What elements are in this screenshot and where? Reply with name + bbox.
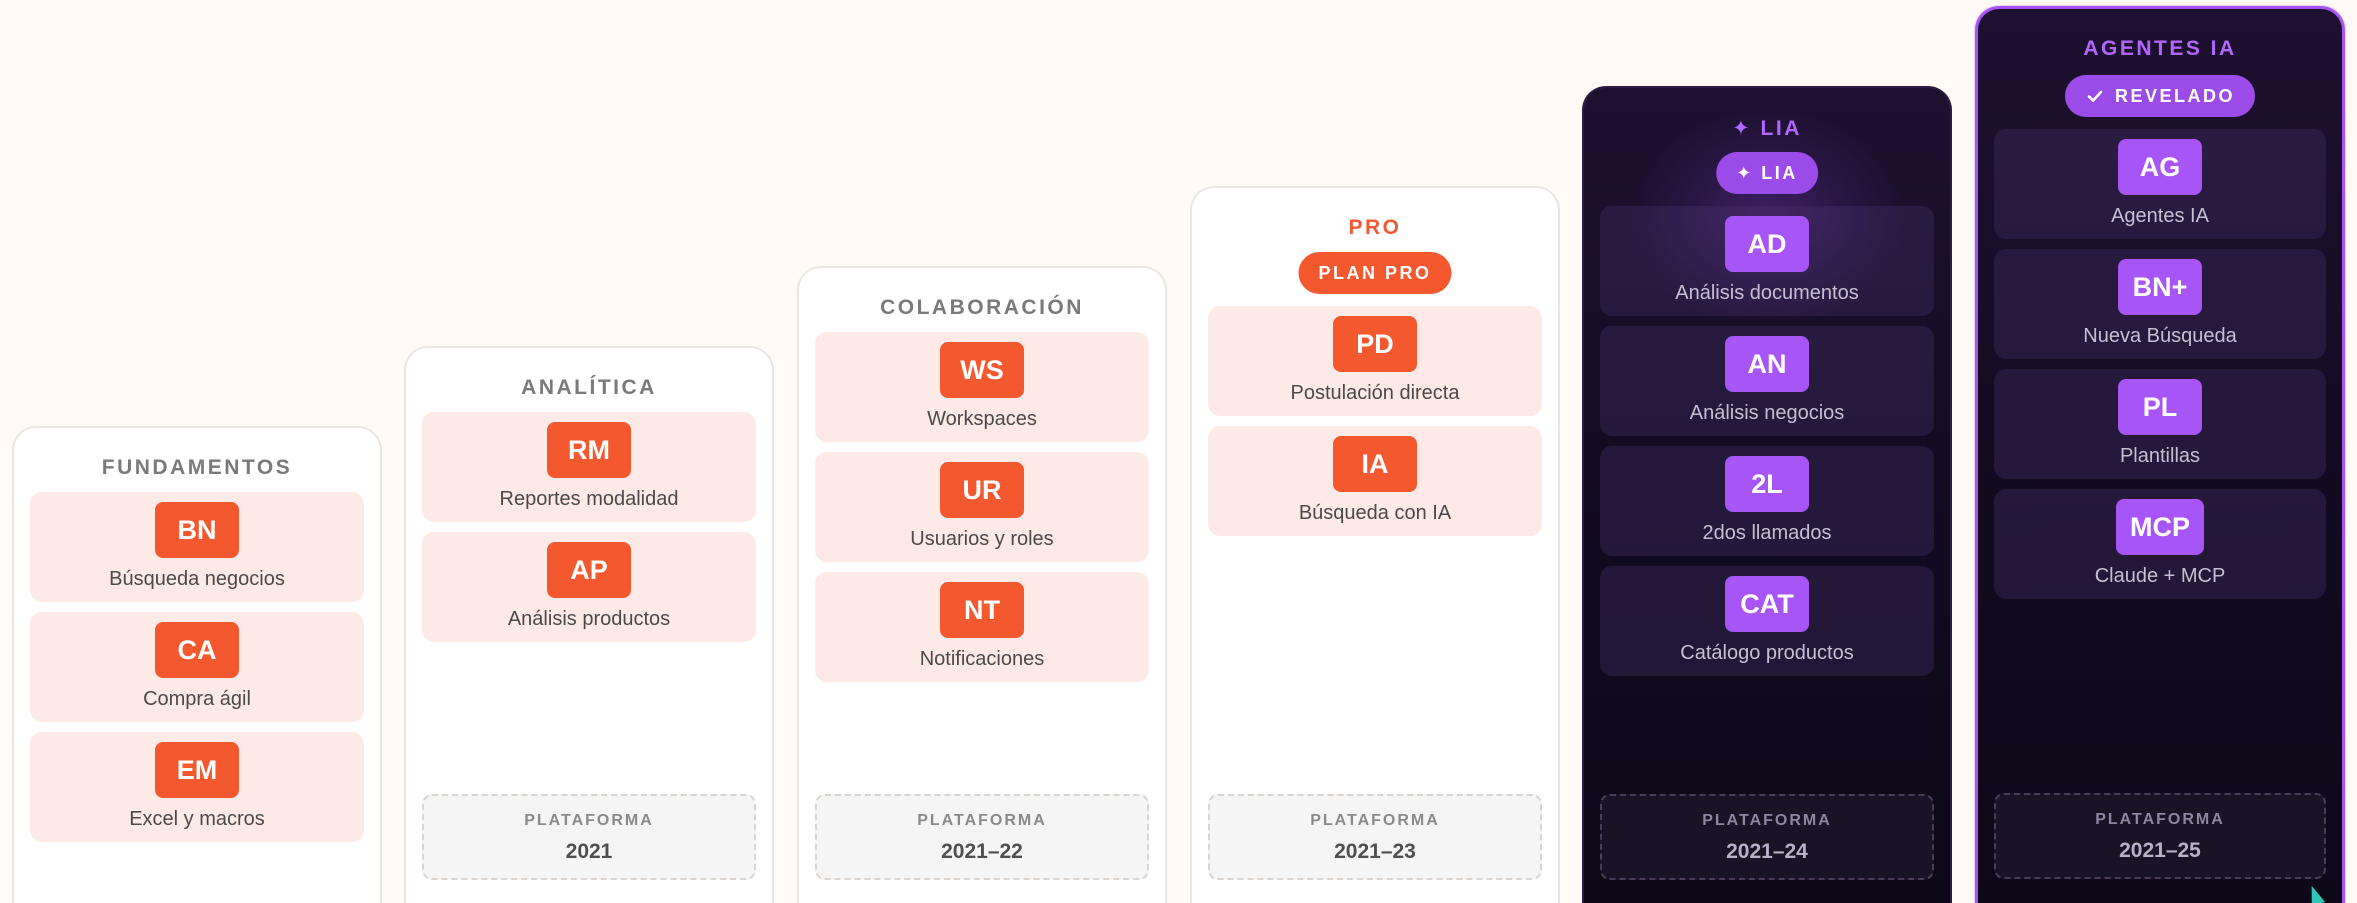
- badge-label: ✦ LIA: [1736, 162, 1798, 183]
- feature-card[interactable]: NT Notificaciones: [815, 572, 1149, 682]
- platform-years: 2021–24: [1726, 840, 1808, 863]
- feature-label: Análisis documentos: [1675, 282, 1859, 304]
- feature-label: Notificaciones: [919, 648, 1045, 670]
- feature-label: Claude + MCP: [2094, 565, 2226, 587]
- stage-column-analitica[interactable]: ANALÍTICA RM Reportes modalidad AP Análi…: [404, 346, 774, 903]
- stage-column-pro[interactable]: PRO PLAN PRO PD Postulación directa IA B…: [1190, 186, 1560, 903]
- feature-code-tile: RM: [547, 422, 631, 478]
- badge-label: REVELADO: [2114, 85, 2236, 106]
- feature-code-tile: 2L: [1725, 456, 1809, 512]
- feature-label: Workspaces: [927, 408, 1037, 430]
- platform-label: PLATAFORMA: [1310, 812, 1440, 829]
- platform-box: PLATAFORMA 2021–22: [815, 794, 1149, 880]
- feature-code-tile: CA: [155, 622, 239, 678]
- feature-card[interactable]: AD Análisis documentos: [1600, 206, 1934, 316]
- feature-label: Compra ágil: [143, 688, 251, 710]
- platform-label: PLATAFORMA: [917, 812, 1047, 829]
- feature-label: Postulación directa: [1290, 382, 1460, 404]
- feature-code-tile: IA: [1333, 436, 1417, 492]
- feature-card[interactable]: RM Reportes modalidad: [422, 412, 756, 522]
- feature-card[interactable]: IA Búsqueda con IA: [1208, 426, 1542, 536]
- platform-years: 2021–22: [941, 840, 1023, 863]
- platform-years: 2021–25: [2119, 839, 2201, 862]
- feature-code-tile: CAT: [1725, 576, 1809, 632]
- feature-code-tile: AG: [2118, 139, 2202, 195]
- feature-label: Análisis negocios: [1689, 402, 1845, 424]
- feature-card[interactable]: 2L 2dos llamados: [1600, 446, 1934, 556]
- stage-column-lia[interactable]: ✦ LIA ✦ LIA AD Análisis documentos AN An…: [1582, 86, 1952, 903]
- cursor-pointer-icon: [2305, 883, 2325, 903]
- platform-years: 2021–23: [1334, 840, 1416, 863]
- feature-card[interactable]: AG Agentes IA: [1994, 129, 2326, 239]
- feature-label: Excel y macros: [129, 808, 265, 830]
- platform-label: PLATAFORMA: [1702, 812, 1832, 829]
- feature-code-tile: AP: [547, 542, 631, 598]
- feature-code-tile: NT: [940, 582, 1024, 638]
- feature-card[interactable]: CAT Catálogo productos: [1600, 566, 1934, 676]
- plan-pro-badge: PLAN PRO: [1298, 252, 1452, 294]
- feature-code-tile: EM: [155, 742, 239, 798]
- feature-label: Reportes modalidad: [499, 488, 679, 510]
- feature-label: Búsqueda negocios: [109, 568, 285, 590]
- column-title: PRO: [1348, 216, 1402, 239]
- platform-label: PLATAFORMA: [524, 812, 654, 829]
- feature-label: 2dos llamados: [1702, 522, 1832, 544]
- feature-card[interactable]: CA Compra ágil: [30, 612, 364, 722]
- feature-card[interactable]: BN+ Nueva Búsqueda: [1994, 249, 2326, 359]
- feature-code-tile: BN: [155, 502, 239, 558]
- check-icon: [2087, 90, 2103, 102]
- platform-years: 2021: [565, 840, 613, 863]
- lia-badge: ✦ LIA: [1716, 152, 1818, 194]
- column-title: ✦ LIA: [1732, 117, 1802, 140]
- feature-card[interactable]: UR Usuarios y roles: [815, 452, 1149, 562]
- feature-label: Nueva Búsqueda: [2083, 325, 2237, 347]
- platform-box: PLATAFORMA 2021–25: [1994, 793, 2326, 879]
- column-title: AGENTES IA: [2083, 37, 2237, 60]
- feature-card[interactable]: EM Excel y macros: [30, 732, 364, 842]
- revelado-badge: REVELADO: [2064, 75, 2256, 117]
- feature-code-tile: MCP: [2116, 499, 2204, 555]
- feature-code-tile: AD: [1725, 216, 1809, 272]
- feature-label: Plantillas: [2119, 445, 2201, 467]
- feature-card[interactable]: BN Búsqueda negocios: [30, 492, 364, 602]
- platform-box: PLATAFORMA 2021–23: [1208, 794, 1542, 880]
- feature-code-tile: UR: [940, 462, 1024, 518]
- feature-code-tile: PD: [1333, 316, 1417, 372]
- column-title: FUNDAMENTOS: [101, 456, 293, 479]
- feature-code-tile: BN+: [2118, 259, 2202, 315]
- feature-code-tile: PL: [2118, 379, 2202, 435]
- platform-box: PLATAFORMA 2021: [422, 794, 756, 880]
- feature-code-tile: WS: [940, 342, 1024, 398]
- feature-card[interactable]: AN Análisis negocios: [1600, 326, 1934, 436]
- stage-column-colaboracion[interactable]: COLABORACIÓN WS Workspaces UR Usuarios y…: [797, 266, 1167, 903]
- feature-card[interactable]: AP Análisis productos: [422, 532, 756, 642]
- column-title: ANALÍTICA: [521, 376, 657, 399]
- feature-label: Usuarios y roles: [910, 528, 1054, 550]
- platform-box: PLATAFORMA 2021–24: [1600, 794, 1934, 880]
- stage-column-fundamentos[interactable]: FUNDAMENTOS BN Búsqueda negocios CA Comp…: [12, 426, 382, 903]
- feature-label: Análisis productos: [507, 608, 671, 630]
- feature-label: Catálogo productos: [1680, 642, 1854, 664]
- column-title: COLABORACIÓN: [880, 296, 1084, 319]
- feature-card[interactable]: MCP Claude + MCP: [1994, 489, 2326, 599]
- feature-label: Agentes IA: [2111, 205, 2209, 227]
- feature-code-tile: AN: [1725, 336, 1809, 392]
- platform-label: PLATAFORMA: [2095, 811, 2225, 828]
- badge-label: PLAN PRO: [1318, 262, 1432, 283]
- feature-label: Búsqueda con IA: [1298, 502, 1452, 524]
- feature-card[interactable]: WS Workspaces: [815, 332, 1149, 442]
- feature-card[interactable]: PD Postulación directa: [1208, 306, 1542, 416]
- feature-card[interactable]: PL Plantillas: [1994, 369, 2326, 479]
- stage-column-agentes-ia[interactable]: AGENTES IA REVELADO AG Agentes IA BN+ Nu…: [1975, 6, 2345, 903]
